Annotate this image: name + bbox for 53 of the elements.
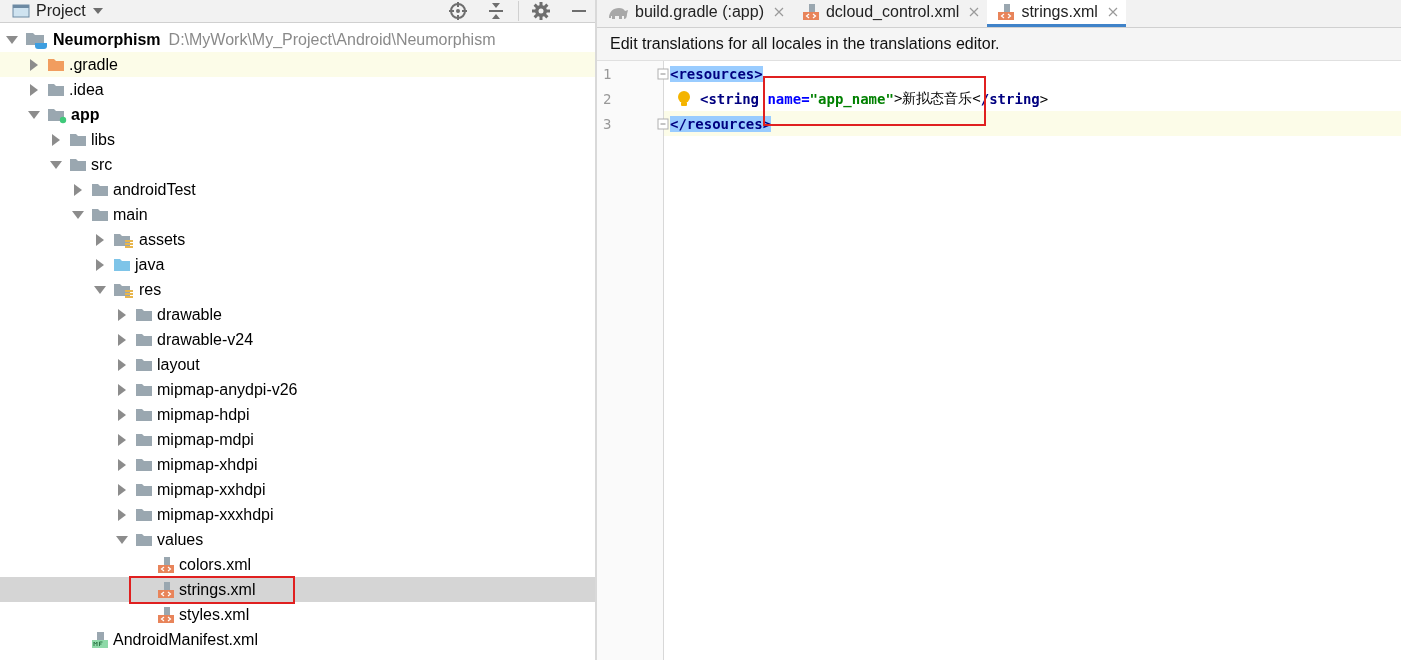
- editor-tab[interactable]: dcloud_control.xml: [791, 0, 988, 27]
- xml-file-icon: [801, 3, 820, 21]
- tree-item[interactable]: layout: [0, 352, 595, 377]
- fold-icon[interactable]: [657, 67, 669, 80]
- tree-item[interactable]: androidTest: [0, 177, 595, 202]
- dropdown-caret-icon[interactable]: [91, 6, 104, 16]
- fold-icon[interactable]: [657, 117, 669, 130]
- lightbulb-icon[interactable]: [676, 89, 692, 108]
- close-icon[interactable]: [1107, 7, 1118, 17]
- project-folder-icon: [25, 30, 49, 49]
- tree-item[interactable]: .gradle: [0, 52, 595, 77]
- tree-item[interactable]: mipmap-mdpi: [0, 427, 595, 452]
- tree-item[interactable]: main: [0, 202, 595, 227]
- tree-item[interactable]: res: [0, 277, 595, 302]
- annotation-box: strings.xml: [129, 575, 296, 604]
- window-icon: [12, 3, 30, 19]
- xml-file-icon: [157, 555, 175, 574]
- tree-item[interactable]: mipmap-xhdpi: [0, 452, 595, 477]
- tree-item[interactable]: strings.xml: [0, 577, 595, 602]
- line-number: 3: [603, 115, 612, 132]
- tree-item[interactable]: colors.xml: [0, 552, 595, 577]
- tree-item[interactable]: drawable-v24: [0, 327, 595, 352]
- collapse-all-icon[interactable]: [486, 1, 506, 21]
- tree-item[interactable]: assets: [0, 227, 595, 252]
- tree-item[interactable]: values: [0, 527, 595, 552]
- editor-tab[interactable]: strings.xml: [987, 0, 1126, 27]
- editor-tab[interactable]: build.gradle (:app): [597, 0, 792, 27]
- tree-item[interactable]: mipmap-xxhdpi: [0, 477, 595, 502]
- tree-item[interactable]: mipmap-hdpi: [0, 402, 595, 427]
- notification-text: Edit translations for all locales in the translations editor.: [597, 28, 1401, 61]
- view-selector[interactable]: Project: [36, 2, 86, 20]
- xml-file-icon: [157, 580, 175, 599]
- tree-item[interactable]: app: [0, 102, 595, 127]
- tree-item[interactable]: .idea: [0, 77, 595, 102]
- tree-item[interactable]: drawable: [0, 302, 595, 327]
- tree-item[interactable]: mipmap-xxxhdpi: [0, 502, 595, 527]
- tree-item[interactable]: libs: [0, 127, 595, 152]
- tree-item[interactable]: java: [0, 252, 595, 277]
- close-icon[interactable]: [773, 7, 784, 17]
- tree-item[interactable]: mipmap-anydpi-v26: [0, 377, 595, 402]
- line-number: 1: [603, 65, 612, 82]
- tree-item[interactable]: styles.xml: [0, 602, 595, 627]
- line-number: 2: [603, 90, 612, 107]
- locate-icon[interactable]: [448, 1, 468, 21]
- tree-item[interactable]: src: [0, 152, 595, 177]
- tree-item[interactable]: Neumorphism D:\MyWork\My_Project\Android\Neumorphism: [0, 27, 595, 52]
- close-icon[interactable]: [969, 7, 980, 17]
- settings-icon[interactable]: [531, 1, 551, 21]
- project-path: D:\MyWork\My_Project\Android\Neumorphism: [168, 30, 496, 49]
- manifest-file-icon: [91, 630, 109, 649]
- tree-item[interactable]: AndroidManifest.xml: [0, 627, 595, 652]
- xml-file-icon: [997, 3, 1016, 21]
- xml-file-icon: [157, 605, 175, 624]
